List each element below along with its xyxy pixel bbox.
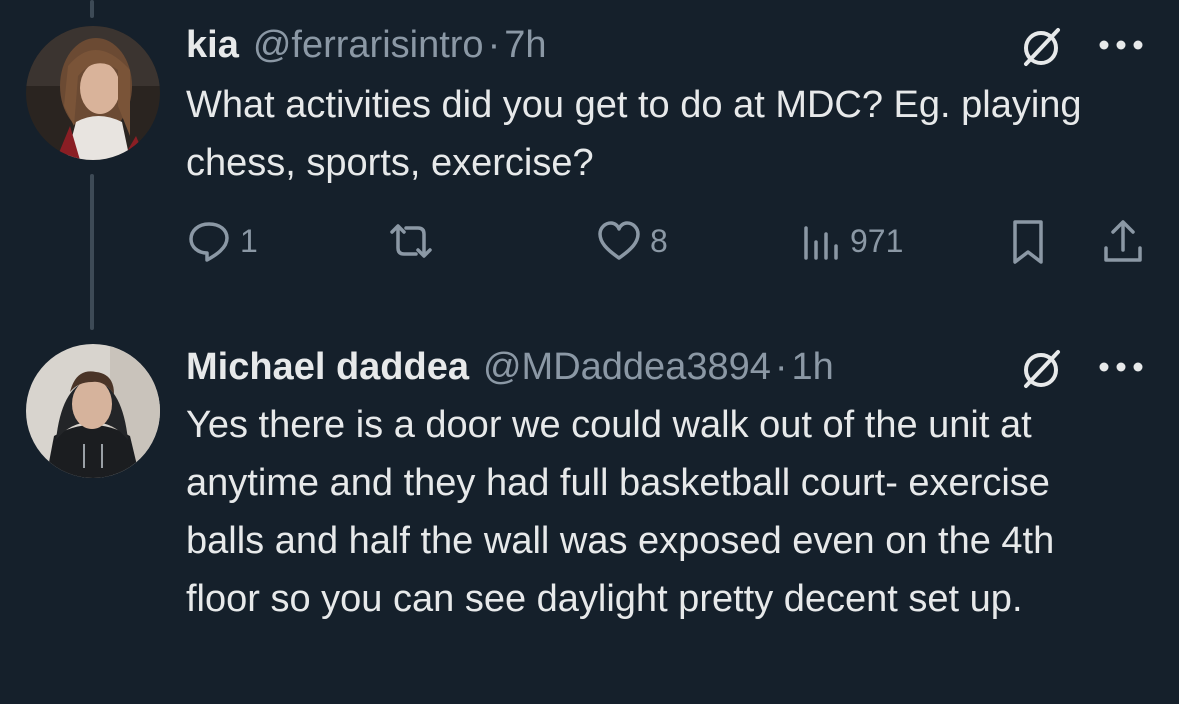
tweet-text: Yes there is a door we could walk out of… [186, 404, 1055, 620]
share-icon [1104, 220, 1142, 262]
avatar[interactable] [26, 344, 160, 478]
like-button[interactable]: 8 [596, 218, 668, 264]
retweet-button[interactable] [386, 218, 436, 264]
reply-button[interactable]: 1 [186, 218, 258, 264]
reply-count: 1 [240, 222, 258, 259]
timestamp[interactable]: 7h [504, 22, 546, 68]
timestamp[interactable]: 1h [792, 344, 834, 390]
avatar-image-kia [26, 26, 160, 160]
tweet-original[interactable]: kia @ferrarisintro · 7h What activities … [0, 0, 1179, 330]
action-bar: 1 8 971 [186, 218, 1156, 268]
tweet-reply[interactable]: Michael daddea @MDaddea3894 · 1h Yes the… [0, 330, 1179, 704]
reply-icon [189, 222, 229, 262]
bookmark-icon [1013, 220, 1043, 264]
grok-icon[interactable] [1018, 24, 1064, 75]
bookmark-button[interactable] [1006, 218, 1050, 266]
grok-icon[interactable] [1018, 346, 1064, 397]
tweet-header: kia @ferrarisintro · 7h [186, 22, 547, 68]
author-name[interactable]: Michael daddea [186, 344, 469, 390]
like-count: 8 [650, 222, 668, 259]
separator: · [774, 346, 788, 388]
more-icon[interactable] [1098, 38, 1144, 57]
author-handle[interactable]: @ferrarisintro [253, 22, 484, 68]
view-count: 971 [850, 222, 904, 259]
tweet-text: What activities did you get to do at MDC… [186, 84, 1082, 184]
share-button[interactable] [1100, 218, 1146, 266]
avatar[interactable] [26, 26, 160, 160]
retweet-icon [390, 224, 432, 258]
views-icon [804, 226, 838, 260]
author-handle[interactable]: @MDaddea3894 [483, 344, 771, 390]
author-name[interactable]: kia [186, 22, 239, 68]
more-icon[interactable] [1098, 360, 1144, 379]
views-button[interactable]: 971 [800, 218, 903, 264]
tweet-header: Michael daddea @MDaddea3894 · 1h [186, 344, 834, 390]
separator: · [487, 24, 501, 66]
heart-icon [598, 221, 640, 260]
avatar-image-michael [26, 344, 160, 478]
